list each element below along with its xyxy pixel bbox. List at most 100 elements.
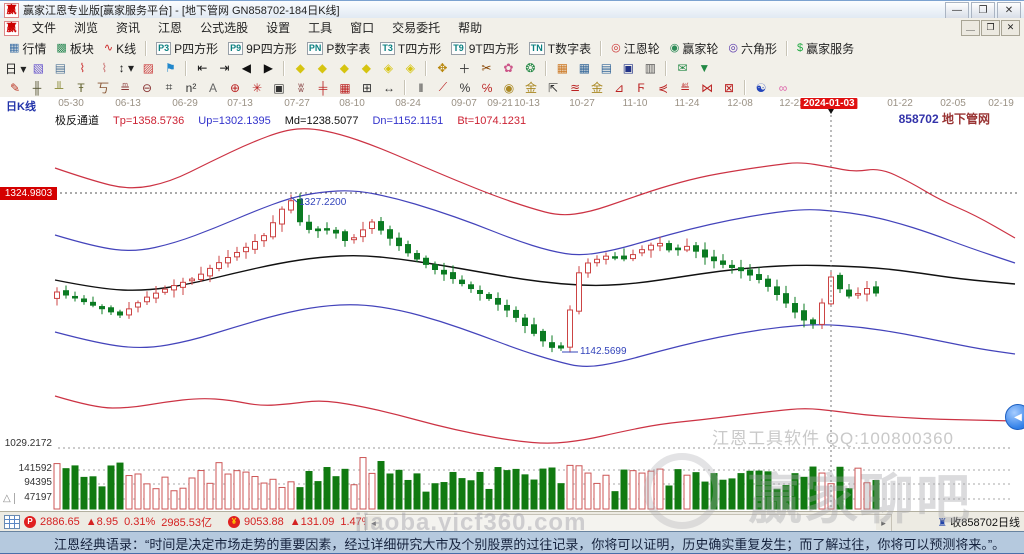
kline-button[interactable]: ∿K线 bbox=[99, 39, 141, 57]
fan-tool[interactable]: ✳ bbox=[246, 79, 268, 96]
first-bar-button[interactable]: ⇤ bbox=[191, 60, 213, 77]
gann-diamond-vmove-button[interactable]: ◆ bbox=[355, 60, 377, 77]
minimize-button[interactable]: — bbox=[945, 2, 969, 19]
shanghai-index-quote[interactable]: P 2886.65 ▲8.95 0.31% 2985.53亿 bbox=[24, 514, 218, 530]
ruler-tool[interactable]: ‖ bbox=[410, 79, 432, 96]
angle-x-tool[interactable]: ⋈ bbox=[696, 79, 718, 96]
red-grid-tool[interactable]: ╪ bbox=[312, 79, 334, 96]
notepad-button[interactable]: ▤ bbox=[595, 60, 617, 77]
time-cycle-tool[interactable]: ╨ bbox=[48, 79, 70, 96]
angle-j-tool[interactable]: ⊿ bbox=[608, 79, 630, 96]
prev-bar-button[interactable]: ◀ bbox=[235, 60, 257, 77]
close-button[interactable]: ✕ bbox=[997, 2, 1021, 19]
circle-minus-tool[interactable]: ⊖ bbox=[136, 79, 158, 96]
p9-square-button[interactable]: P99P四方形 bbox=[223, 39, 302, 57]
flag-marker-icon[interactable]: ⚑ bbox=[159, 60, 181, 77]
menu-gann[interactable]: 江恩 bbox=[149, 18, 191, 38]
magnet-tool-button[interactable]: ✿ bbox=[497, 60, 519, 77]
sync-button[interactable]: ✉ bbox=[671, 60, 693, 77]
calculator-button[interactable]: ▦ bbox=[573, 60, 595, 77]
menu-window[interactable]: 窗口 bbox=[341, 18, 383, 38]
hexagon-button[interactable]: ◎六角形 bbox=[723, 39, 782, 57]
angle-d-tool[interactable]: ⊠ bbox=[718, 79, 740, 96]
angle-f-tool[interactable]: Ϝ bbox=[630, 79, 652, 96]
gann-diamond-hmove-button[interactable]: ◆ bbox=[333, 60, 355, 77]
hatch-tool[interactable]: ⌗ bbox=[158, 79, 180, 96]
gann-diamond-left-button[interactable]: ◆ bbox=[289, 60, 311, 77]
angle-a-tool[interactable]: A bbox=[202, 79, 224, 96]
golden-box-tool[interactable]: 金 bbox=[586, 79, 608, 96]
period-day-selector[interactable]: 日 ▾ bbox=[4, 60, 27, 77]
gann-diamond-center-button[interactable]: ◈ bbox=[377, 60, 399, 77]
quote-button[interactable]: ▦行情 bbox=[4, 39, 51, 57]
scale-toggle[interactable]: ↕ ▾ bbox=[115, 60, 137, 77]
horizontal-scrollbar[interactable]: ◂ ▸ bbox=[365, 514, 892, 532]
hand-tool-button[interactable]: ✥ bbox=[431, 60, 453, 77]
red-box-tool[interactable]: ▦ bbox=[334, 79, 356, 96]
p-square-button[interactable]: P3P四方形 bbox=[151, 39, 223, 57]
gann-diamond-expand-button[interactable]: ◈ bbox=[399, 60, 421, 77]
t-number-table-button[interactable]: TNT数字表 bbox=[524, 39, 596, 57]
collapse-panel-button[interactable]: ◀ bbox=[1005, 404, 1024, 430]
winner-wheel-button[interactable]: ◉赢家轮 bbox=[665, 39, 724, 57]
restore-button[interactable]: ❐ bbox=[971, 2, 995, 19]
wave-tool[interactable]: ʬ bbox=[290, 79, 312, 96]
menu-trade[interactable]: 交易委托 bbox=[383, 18, 449, 38]
angle-z-tool[interactable]: ≝ bbox=[674, 79, 696, 96]
mdi-restore-button[interactable]: ❐ bbox=[981, 20, 1000, 36]
mdi-close-button[interactable]: ✕ bbox=[1001, 20, 1020, 36]
infinity-icon[interactable]: ∞ bbox=[772, 79, 794, 96]
t-square-button[interactable]: T3T四方形 bbox=[375, 39, 446, 57]
cut-tool-button[interactable]: ✂ bbox=[475, 60, 497, 77]
t9-square-button[interactable]: T99T四方形 bbox=[446, 39, 524, 57]
square-n2-tool[interactable]: n² bbox=[180, 79, 202, 96]
calendar-button[interactable]: ▦ bbox=[551, 60, 573, 77]
gann-wheel-button[interactable]: ◎江恩轮 bbox=[606, 39, 665, 57]
golden-circle-tool[interactable]: ◉ bbox=[498, 79, 520, 96]
percent-levels-tool[interactable]: ℅ bbox=[476, 79, 498, 96]
angle-s-tool[interactable]: ⋞ bbox=[652, 79, 674, 96]
time-ruler-tool[interactable]: Ŧ bbox=[70, 79, 92, 96]
range-tool[interactable]: ↔ bbox=[378, 79, 400, 96]
percent-tool[interactable]: % bbox=[454, 79, 476, 96]
gann-grid-tool[interactable]: ╫ bbox=[26, 79, 48, 96]
p-number-table-button[interactable]: PNP数字表 bbox=[302, 39, 376, 57]
menu-formula-stockpick[interactable]: 公式选股 bbox=[191, 18, 257, 38]
kline-chart[interactable] bbox=[0, 97, 1024, 511]
arrow-mark-tool[interactable]: ⇱ bbox=[542, 79, 564, 96]
overlay-chart-icon[interactable]: ▧ bbox=[27, 60, 49, 77]
menu-help[interactable]: 帮助 bbox=[449, 18, 491, 38]
sector-button[interactable]: ▩板块 bbox=[51, 39, 98, 57]
target-tool[interactable]: ⊕ bbox=[224, 79, 246, 96]
menu-file[interactable]: 文件 bbox=[23, 18, 65, 38]
kline-style2-icon[interactable]: ⌇ bbox=[93, 60, 115, 77]
download-button[interactable]: ▼ bbox=[693, 60, 715, 77]
five-wave-tool[interactable]: 丂 bbox=[92, 79, 114, 96]
scroll-right-arrow[interactable]: ▸ bbox=[876, 516, 891, 530]
yinyang-icon[interactable]: ☯ bbox=[750, 79, 772, 96]
info-panel-icon[interactable]: ▤ bbox=[49, 60, 71, 77]
last-bar-button[interactable]: ⇥ bbox=[213, 60, 235, 77]
box-tool[interactable]: ▣ bbox=[268, 79, 290, 96]
menu-news[interactable]: 资讯 bbox=[107, 18, 149, 38]
rays-tool[interactable]: ⟋ bbox=[432, 79, 454, 96]
mdi-minimize-button[interactable]: ＿ bbox=[961, 20, 980, 36]
compare-icon[interactable]: ▨ bbox=[137, 60, 159, 77]
scroll-left-arrow[interactable]: ◂ bbox=[366, 516, 381, 530]
crosshair-tool-button[interactable]: ＋ bbox=[453, 60, 475, 77]
menu-tools[interactable]: 工具 bbox=[299, 18, 341, 38]
menu-browse[interactable]: 浏览 bbox=[65, 18, 107, 38]
approx-tool[interactable]: ≊ bbox=[564, 79, 586, 96]
print-button[interactable]: ▥ bbox=[639, 60, 661, 77]
market-grid-icon[interactable] bbox=[4, 515, 20, 529]
cycle-tool-button[interactable]: ❂ bbox=[519, 60, 541, 77]
pen-tool[interactable]: ✎ bbox=[4, 79, 26, 96]
golden-line-tool[interactable]: 金 bbox=[520, 79, 542, 96]
next-bar-button[interactable]: ▶ bbox=[257, 60, 279, 77]
measure-tool[interactable]: ≞ bbox=[114, 79, 136, 96]
save-button[interactable]: ▣ bbox=[617, 60, 639, 77]
winner-service-button[interactable]: $赢家服务 bbox=[792, 39, 859, 57]
matrix-tool[interactable]: ⊞ bbox=[356, 79, 378, 96]
menu-settings[interactable]: 设置 bbox=[257, 18, 299, 38]
gann-diamond-right-button[interactable]: ◆ bbox=[311, 60, 333, 77]
